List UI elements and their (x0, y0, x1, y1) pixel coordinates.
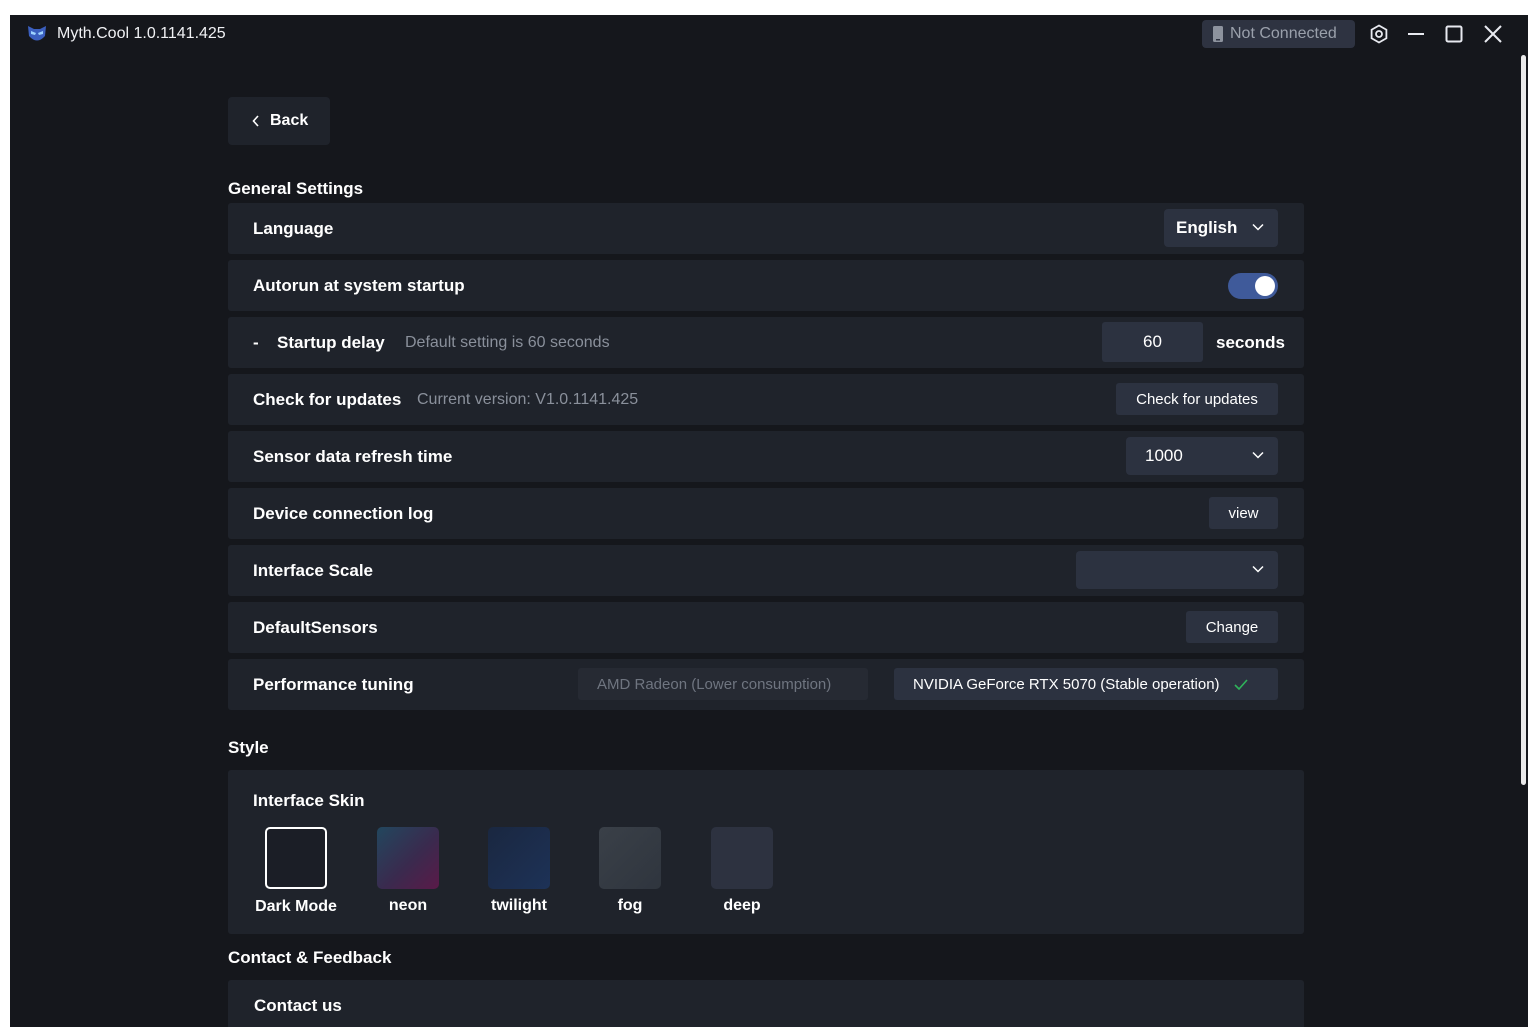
refresh-time-label: Sensor data refresh time (253, 447, 453, 466)
check-updates-button[interactable]: Check for updates (1116, 383, 1278, 415)
settings-button[interactable] (1368, 23, 1390, 45)
performance-label: Performance tuning (253, 675, 414, 694)
skin-dark-mode[interactable]: Dark Mode (255, 827, 337, 916)
skin-swatch (599, 827, 661, 889)
startup-delay-label: Startup delay (277, 333, 385, 352)
general-settings-title: General Settings (228, 179, 364, 198)
minimize-icon (1408, 33, 1424, 35)
phone-icon (1213, 26, 1223, 42)
interface-skin-panel: Interface Skin Dark Mode neon twilight f… (228, 770, 1304, 934)
close-icon (1484, 25, 1502, 43)
startup-delay-hint: Default setting is 60 seconds (405, 334, 610, 351)
startup-delay-unit: seconds (1216, 333, 1285, 352)
skin-swatch (265, 827, 327, 889)
title-bar: Myth.Cool 1.0.1141.425 Not Connected (10, 15, 1528, 53)
current-version-text: Current version: V1.0.1141.425 (417, 391, 639, 408)
close-button[interactable] (1482, 23, 1504, 45)
app-window: Myth.Cool 1.0.1141.425 Not Connected Bac… (10, 15, 1528, 1027)
gpu-option-nvidia-label: NVIDIA GeForce RTX 5070 (Stable operatio… (913, 675, 1220, 693)
chevron-down-icon (1252, 565, 1264, 573)
connection-status-text: Not Connected (1230, 25, 1337, 42)
autorun-label: Autorun at system startup (253, 276, 465, 295)
app-logo-icon (28, 26, 46, 41)
refresh-time-value: 1000 (1145, 446, 1183, 465)
gpu-option-amd[interactable]: AMD Radeon (Lower consumption) (578, 668, 868, 700)
autorun-toggle[interactable] (1228, 273, 1278, 299)
autorun-row: Autorun at system startup (228, 260, 1304, 311)
language-label: Language (253, 219, 334, 238)
skin-deep[interactable]: deep (711, 827, 773, 915)
skin-swatch (711, 827, 773, 889)
view-log-button[interactable]: view (1209, 497, 1278, 529)
checkmark-icon (1233, 678, 1248, 690)
interface-scale-select[interactable] (1076, 551, 1278, 589)
skin-name: fog (617, 897, 643, 914)
updates-row: Check for updates Current version: V1.0.… (228, 374, 1304, 425)
device-log-label: Device connection log (253, 504, 434, 523)
skin-swatch (377, 827, 439, 889)
language-select[interactable]: English (1164, 209, 1278, 247)
contact-feedback-title: Contact & Feedback (228, 948, 392, 967)
chevron-down-icon (1252, 223, 1264, 231)
skin-twilight[interactable]: twilight (488, 827, 550, 915)
default-sensors-label: DefaultSensors (253, 618, 378, 637)
interface-scale-row: Interface Scale (228, 545, 1304, 596)
back-button[interactable]: Back (228, 97, 330, 145)
refresh-time-row: Sensor data refresh time 1000 (228, 431, 1304, 482)
language-value: English (1176, 218, 1238, 237)
skin-neon[interactable]: neon (377, 827, 439, 915)
refresh-time-select[interactable]: 1000 (1126, 437, 1278, 475)
skin-fog[interactable]: fog (599, 827, 661, 915)
chevron-left-icon (252, 115, 259, 127)
back-label: Back (270, 112, 309, 129)
interface-skin-label: Interface Skin (253, 791, 365, 810)
toggle-knob (1255, 276, 1275, 296)
maximize-icon (1445, 25, 1463, 43)
contact-us-label: Contact us (254, 996, 342, 1015)
change-sensors-button[interactable]: Change (1186, 611, 1278, 643)
startup-delay-row: - Startup delay Default setting is 60 se… (228, 317, 1304, 368)
language-row: Language English (228, 203, 1304, 254)
startup-delay-prefix: - (253, 333, 259, 352)
chevron-down-icon (1252, 451, 1264, 459)
skin-name: deep (723, 897, 761, 914)
gpu-option-amd-label: AMD Radeon (Lower consumption) (597, 675, 832, 693)
skin-swatch (488, 827, 550, 889)
performance-row: Performance tuning AMD Radeon (Lower con… (228, 659, 1304, 710)
device-log-row: Device connection log view (228, 488, 1304, 539)
contact-us-row[interactable]: Contact us (228, 980, 1304, 1027)
skin-name: Dark Mode (255, 898, 337, 915)
settings-icon (1370, 24, 1388, 44)
startup-delay-input[interactable] (1102, 322, 1203, 362)
updates-label: Check for updates (253, 390, 402, 409)
maximize-button[interactable] (1443, 23, 1465, 45)
skin-name: neon (388, 897, 428, 914)
default-sensors-row: DefaultSensors Change (228, 602, 1304, 653)
vertical-scrollbar[interactable] (1521, 55, 1526, 785)
connection-status-badge[interactable]: Not Connected (1202, 20, 1355, 48)
gpu-option-nvidia[interactable]: NVIDIA GeForce RTX 5070 (Stable operatio… (894, 668, 1278, 700)
style-title: Style (228, 738, 269, 757)
skin-name: twilight (491, 897, 547, 914)
minimize-button[interactable] (1405, 23, 1427, 45)
app-title: Myth.Cool 1.0.1141.425 (57, 25, 226, 42)
interface-scale-label: Interface Scale (253, 561, 374, 580)
